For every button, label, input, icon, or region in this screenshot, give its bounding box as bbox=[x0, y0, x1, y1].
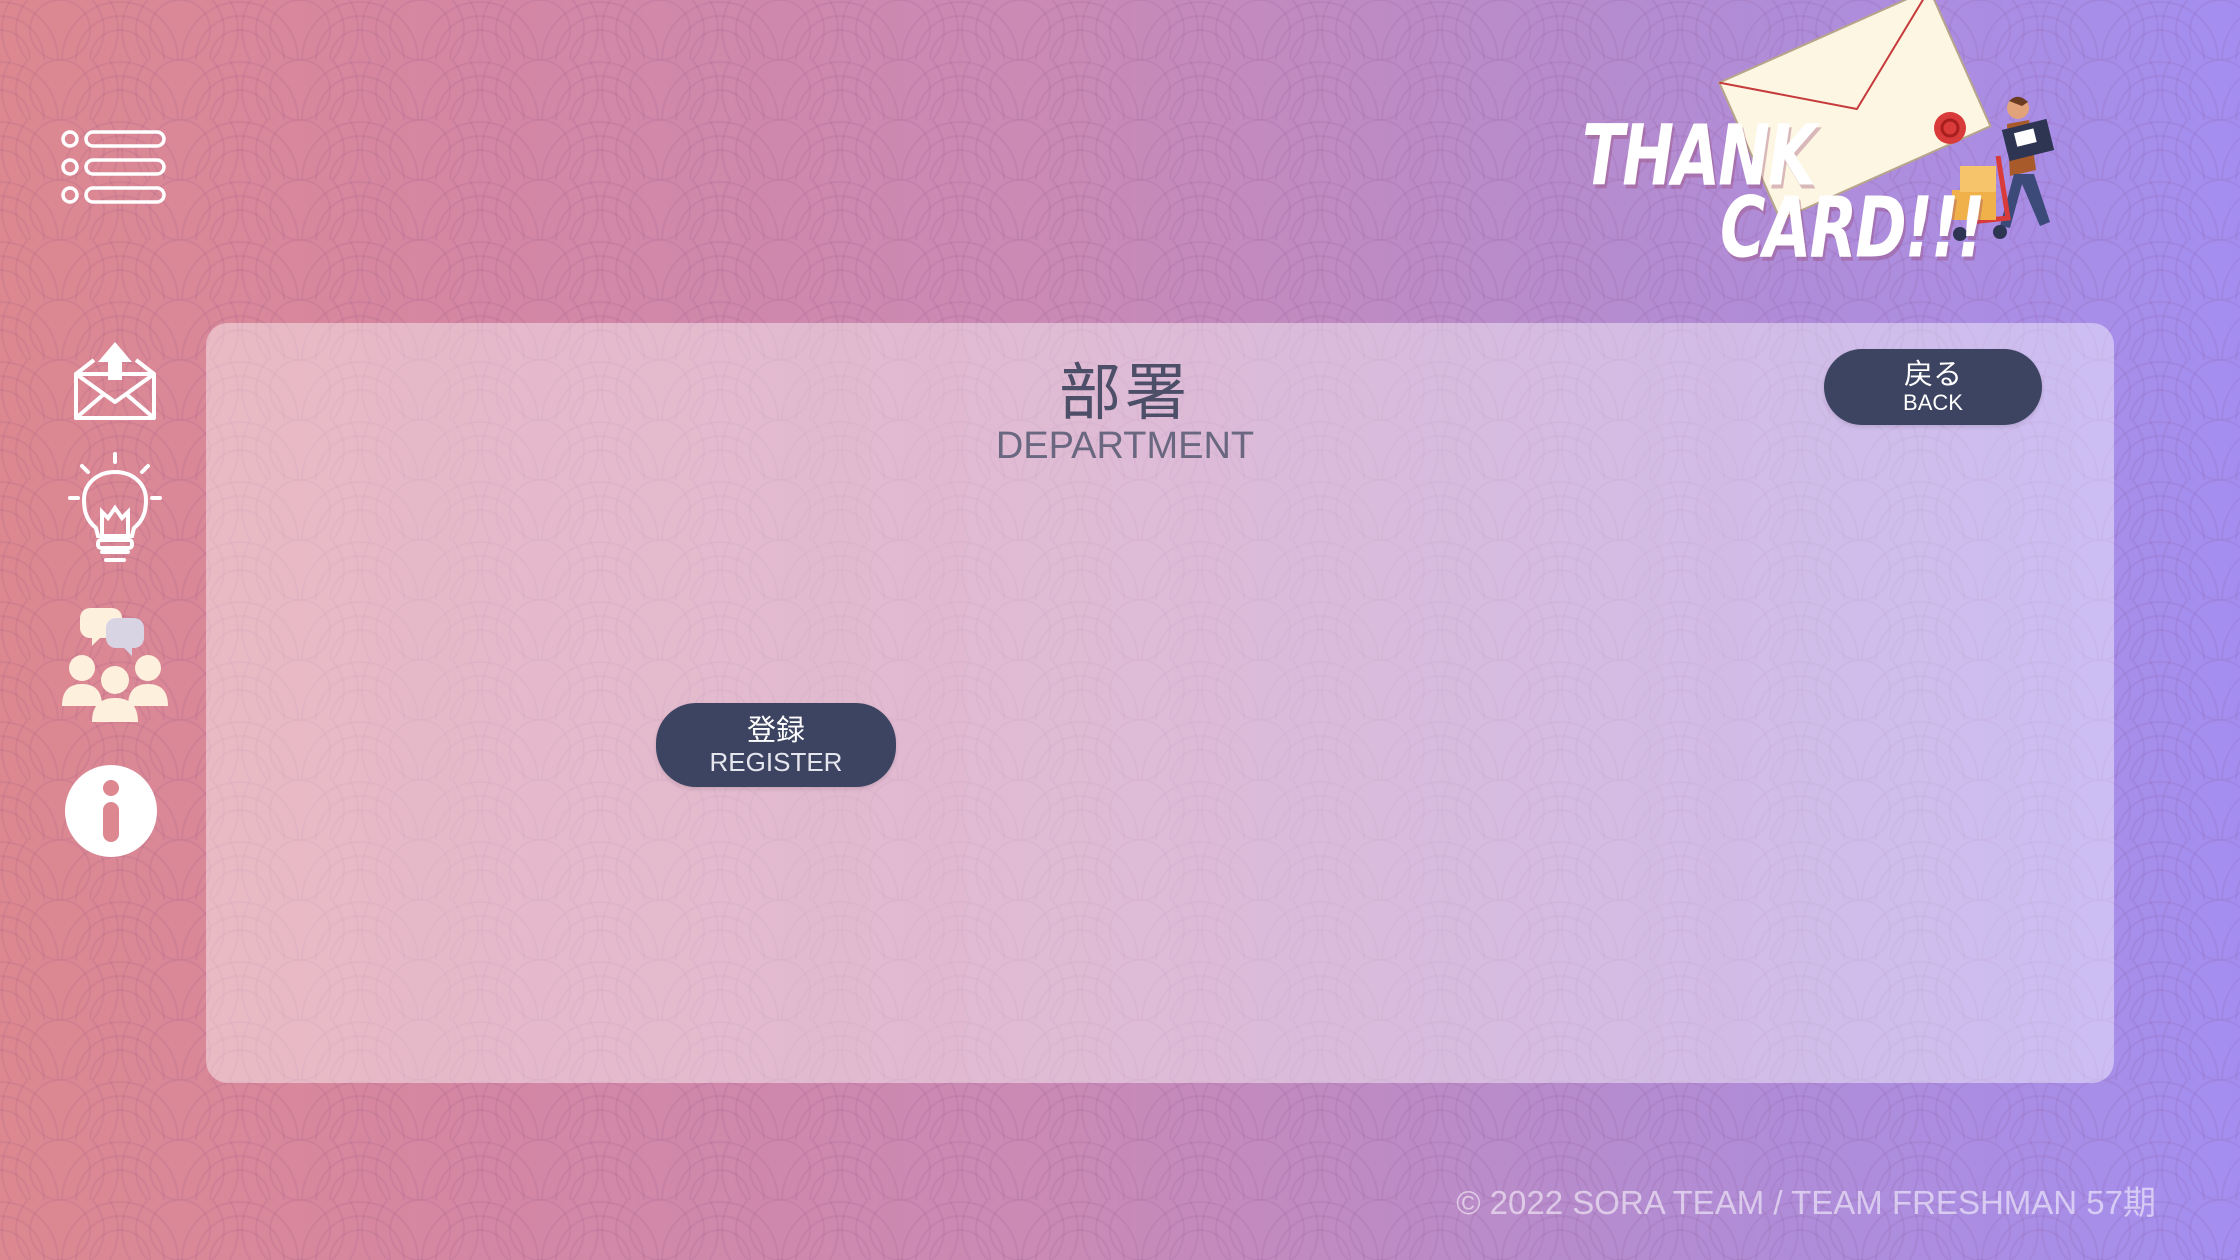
menu-list-icon[interactable] bbox=[60, 128, 170, 206]
register-button-label-jp: 登録 bbox=[746, 713, 805, 747]
back-button-label-jp: 戻る bbox=[1903, 357, 1962, 391]
page-title-en: DEPARTMENT bbox=[995, 425, 1255, 467]
back-button[interactable]: 戻る BACK bbox=[1824, 349, 2042, 425]
lightbulb-icon[interactable] bbox=[68, 452, 162, 564]
logo-title-line2: CARD!!! bbox=[1720, 178, 1986, 277]
register-button[interactable]: 登録 REGISTER bbox=[656, 703, 896, 787]
info-icon[interactable] bbox=[64, 764, 158, 858]
team-chat-icon[interactable] bbox=[62, 606, 168, 722]
register-button-label-en: REGISTER bbox=[709, 747, 843, 777]
footer-copyright: © 2022 SORA TEAM / TEAM FRESHMAN 57期 bbox=[1456, 1184, 2156, 1221]
back-button-label-en: BACK bbox=[1903, 390, 1963, 415]
